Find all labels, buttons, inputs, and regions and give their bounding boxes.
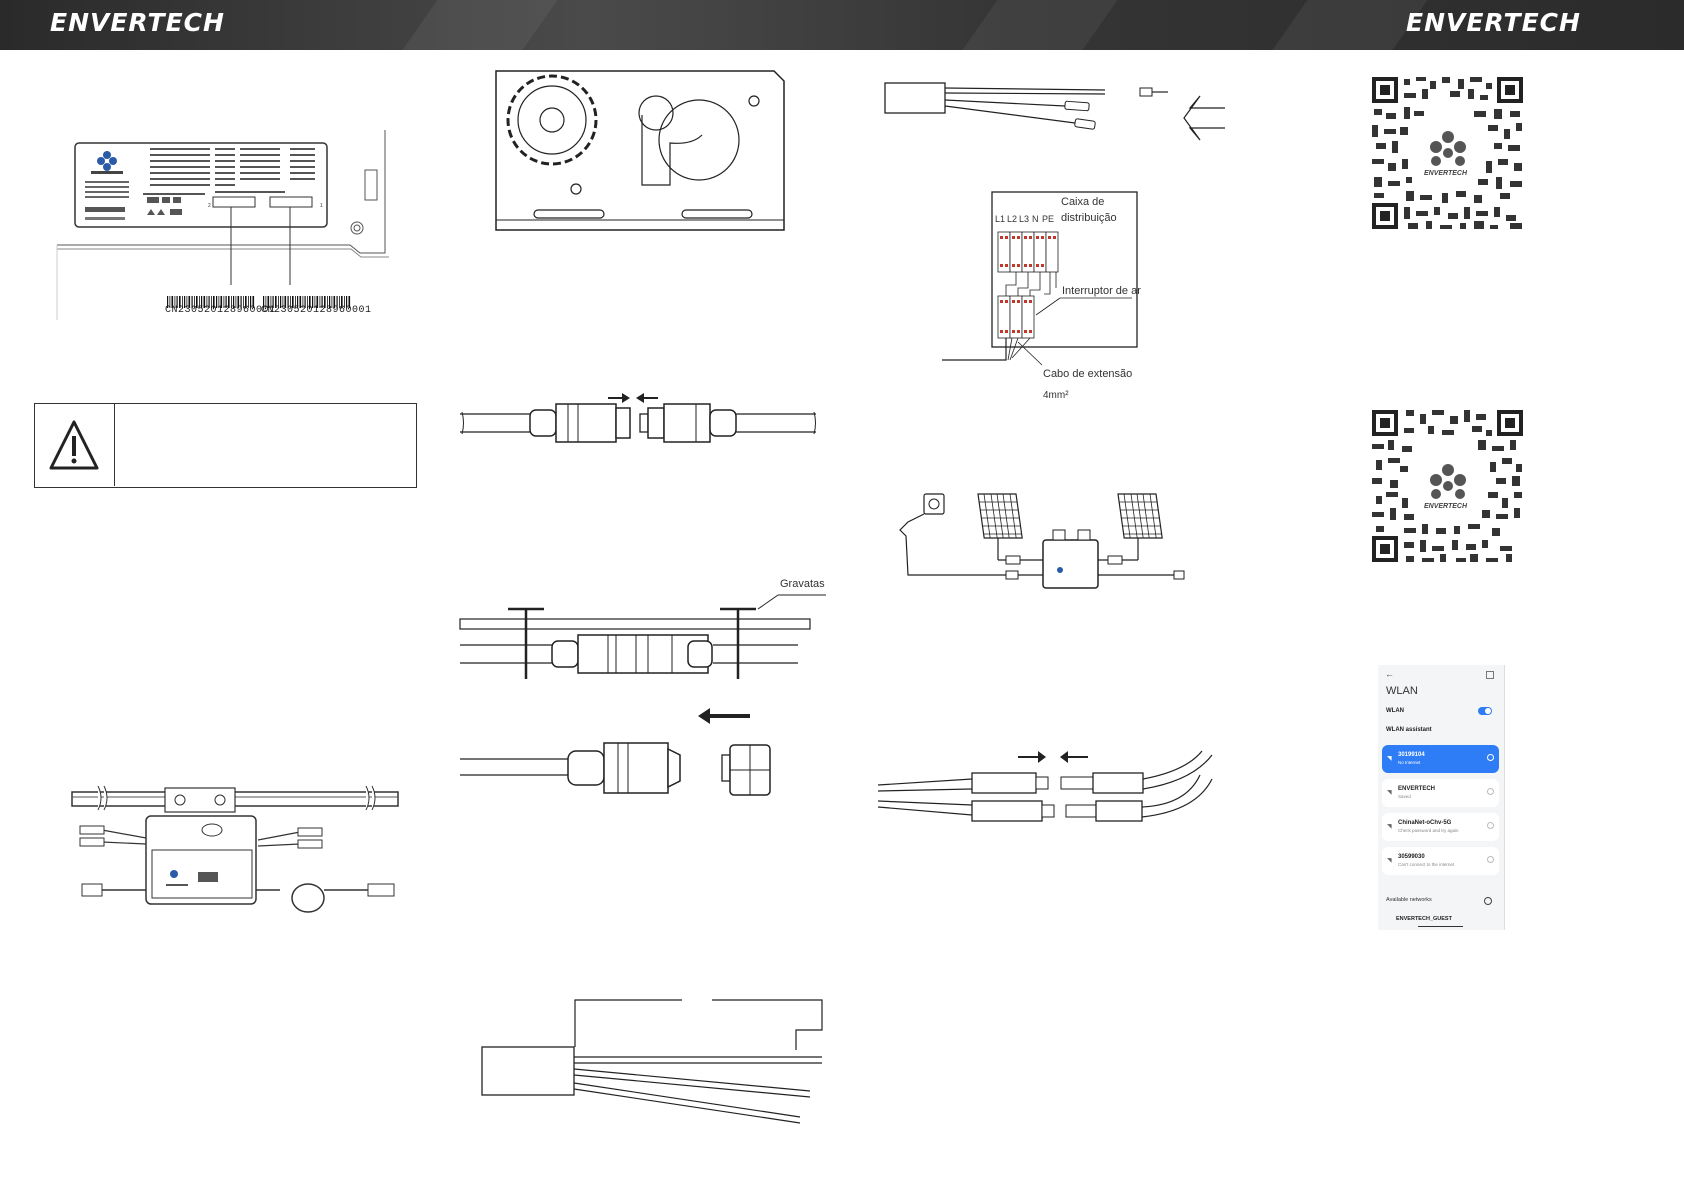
- warning-triangle-icon: [49, 420, 99, 470]
- svg-text:2: 2: [208, 203, 211, 209]
- network-info-icon[interactable]: [1487, 856, 1494, 863]
- label-gravatas: Gravatas: [780, 578, 825, 590]
- wlan-toggle-label: WLAN: [1386, 708, 1404, 714]
- label-interruptor: Interruptor de ar: [1062, 285, 1141, 297]
- header-stripe: [962, 0, 1118, 50]
- network-name: ENVERTECH: [1398, 786, 1436, 792]
- qr-logo-text-1: ENVERTECH: [1424, 170, 1468, 177]
- terminal-pe: PE: [1042, 214, 1055, 224]
- network-name: 30599030: [1398, 854, 1425, 860]
- ac-cable-figure: [480, 995, 830, 1130]
- network-item[interactable]: ◥ ChinaNet-oChv-5G Check password and tr…: [1382, 813, 1499, 841]
- network-status: Can't connect to the internet: [1398, 862, 1455, 867]
- network-info-icon[interactable]: [1487, 822, 1494, 829]
- wifi-icon: ◥: [1387, 790, 1392, 796]
- network-status: Saved: [1398, 794, 1411, 799]
- label-caixa-1: Caixa de: [1061, 196, 1105, 208]
- label-cabo-secao: 4mm²: [1043, 390, 1069, 401]
- terminal-l1: L1: [995, 214, 1006, 224]
- wifi-icon: ◥: [1387, 824, 1392, 830]
- network-status: No Internet: [1398, 760, 1421, 765]
- terminal-n: N: [1032, 214, 1039, 224]
- label-cabo-extensao: Cabo de extensão: [1043, 368, 1133, 380]
- network-status: Check password and try again: [1398, 828, 1459, 833]
- nameplate-figure: 2 1 CN230520128960001 CN230520128960001: [55, 125, 395, 320]
- network-name: 30199104: [1398, 752, 1425, 758]
- header-stripe: [402, 0, 558, 50]
- divider: [1418, 926, 1463, 927]
- qr-code-1[interactable]: ENVERTECH: [1370, 75, 1526, 233]
- network-item[interactable]: ◥ 30199104 No Internet: [1382, 745, 1499, 773]
- svg-text:1: 1: [320, 203, 323, 209]
- qr-logo-text-2: ENVERTECH: [1424, 503, 1468, 510]
- network-item[interactable]: ◥ 30599030 Can't connect to the internet: [1382, 847, 1499, 875]
- terminal-l3: L3: [1019, 214, 1030, 224]
- distribution-box-figure: L1 L2 L3 N PE Caixa de distribuição Inte…: [940, 190, 1170, 410]
- phone-wlan-screen: ← WLAN WLAN WLAN assistant ◥ 30199104 No…: [1378, 665, 1505, 930]
- system-wiring-figure: [898, 490, 1188, 595]
- inverter-rail-figure: [70, 780, 410, 930]
- header-bar: ENVERTECH ENVERTECH: [0, 0, 1684, 50]
- network-info-icon[interactable]: [1487, 788, 1494, 795]
- barcode-serial-1: CN230520128960001: [165, 305, 276, 316]
- available-networks-label: Available networks: [1386, 897, 1432, 903]
- cable-tie-figure: Gravatas: [458, 575, 828, 685]
- header-stripe: [1272, 0, 1428, 50]
- qr-code-2[interactable]: ENVERTECH: [1370, 408, 1526, 566]
- warning-box: [34, 403, 417, 488]
- back-arrow-icon[interactable]: ←: [1385, 669, 1394, 679]
- wlan-page-title: WLAN: [1386, 685, 1418, 697]
- network-info-icon[interactable]: [1487, 754, 1494, 761]
- label-caixa-2: distribuição: [1061, 212, 1117, 224]
- brand-logo-right: ENVERTECH: [1406, 8, 1581, 37]
- refresh-icon[interactable]: [1484, 897, 1492, 905]
- connector-join-figure: [460, 388, 820, 458]
- wire-strip-figure: [880, 78, 1230, 148]
- wlan-toggle[interactable]: [1478, 707, 1492, 715]
- guest-network-item[interactable]: ENVERTECH_GUEST: [1396, 916, 1452, 922]
- terminal-l2: L2: [1007, 214, 1018, 224]
- connector-release-figure: [460, 705, 780, 800]
- scan-icon[interactable]: [1486, 671, 1494, 679]
- mounting-bracket-figure: [492, 65, 790, 235]
- wifi-icon: ◥: [1387, 858, 1392, 864]
- barcode-serial-2: CN230520128960001: [261, 305, 372, 316]
- brand-logo-left: ENVERTECH: [50, 8, 225, 37]
- wlan-assistant-item[interactable]: WLAN assistant: [1386, 727, 1432, 733]
- network-item[interactable]: ◥ ENVERTECH Saved: [1382, 779, 1499, 807]
- network-name: ChinaNet-oChv-5G: [1398, 820, 1452, 826]
- warning-icon-cell: [35, 404, 115, 486]
- wifi-icon: ◥: [1387, 756, 1392, 762]
- mc4-connector-figure: [876, 745, 1216, 840]
